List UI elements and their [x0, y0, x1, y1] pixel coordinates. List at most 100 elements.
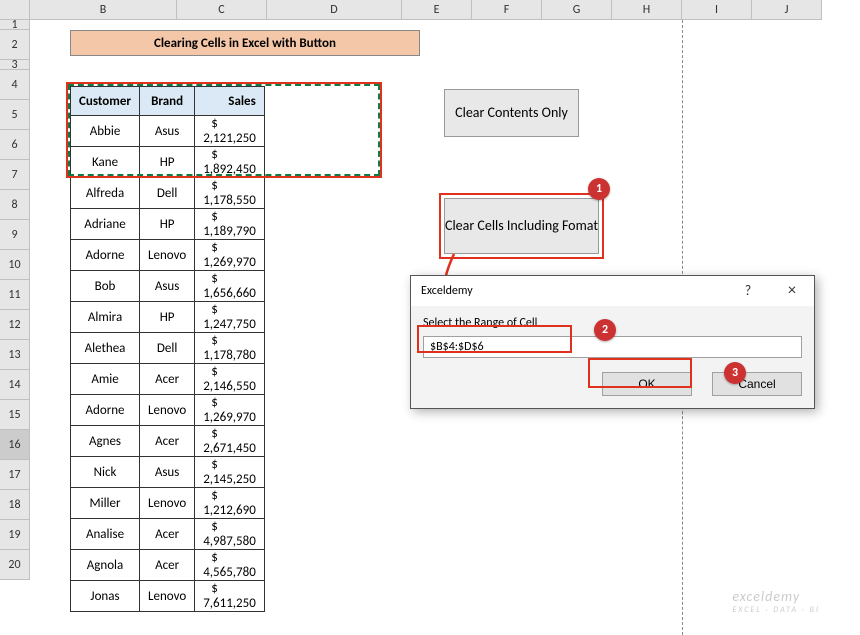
cell-sales[interactable]: $1,892,450	[195, 147, 265, 178]
col-header-E[interactable]: E	[402, 0, 472, 20]
cell-customer[interactable]: Analise	[71, 519, 140, 550]
row-header-2[interactable]: 2	[0, 30, 30, 60]
row-header-7[interactable]: 7	[0, 160, 30, 190]
table-row[interactable]: KaneHP$1,892,450	[71, 147, 265, 178]
dialog-help-button[interactable]: ?	[728, 276, 768, 306]
col-header-C[interactable]: C	[177, 0, 267, 20]
row-header-9[interactable]: 9	[0, 220, 30, 250]
cell-brand[interactable]: Asus	[140, 271, 195, 302]
cell-sales[interactable]: $2,121,250	[195, 116, 265, 147]
header-brand[interactable]: Brand	[140, 87, 195, 116]
row-header-5[interactable]: 5	[0, 100, 30, 130]
table-row[interactable]: AlfredaDell$1,178,550	[71, 178, 265, 209]
cell-customer[interactable]: Adorne	[71, 395, 140, 426]
cell-customer[interactable]: Nick	[71, 457, 140, 488]
cell-sales[interactable]: $1,178,780	[195, 333, 265, 364]
ok-button[interactable]: OK	[602, 372, 692, 396]
row-header-6[interactable]: 6	[0, 130, 30, 160]
cell-sales[interactable]: $1,656,660	[195, 271, 265, 302]
cell-brand[interactable]: Acer	[140, 426, 195, 457]
row-header-3[interactable]: 3	[0, 60, 30, 70]
select-all-corner[interactable]	[0, 0, 30, 20]
table-row[interactable]: AdorneLenovo$1,269,970	[71, 395, 265, 426]
row-header-10[interactable]: 10	[0, 250, 30, 280]
cell-sales[interactable]: $4,987,580	[195, 519, 265, 550]
col-header-D[interactable]: D	[267, 0, 402, 20]
row-header-11[interactable]: 11	[0, 280, 30, 310]
col-header-B[interactable]: B	[30, 0, 177, 20]
cell-customer[interactable]: Jonas	[71, 581, 140, 612]
row-header-8[interactable]: 8	[0, 190, 30, 220]
cell-customer[interactable]: Miller	[71, 488, 140, 519]
cell-sales[interactable]: $2,145,250	[195, 457, 265, 488]
col-header-H[interactable]: H	[612, 0, 682, 20]
cell-sales[interactable]: $1,189,790	[195, 209, 265, 240]
table-row[interactable]: AmieAcer$2,146,550	[71, 364, 265, 395]
cell-brand[interactable]: Lenovo	[140, 240, 195, 271]
cell-customer[interactable]: Kane	[71, 147, 140, 178]
table-row[interactable]: NickAsus$2,145,250	[71, 457, 265, 488]
cell-brand[interactable]: Lenovo	[140, 395, 195, 426]
header-customer[interactable]: Customer	[71, 87, 140, 116]
cell-customer[interactable]: Adriane	[71, 209, 140, 240]
table-row[interactable]: JonasLenovo$7,611,250	[71, 581, 265, 612]
clear-contents-button[interactable]: Clear Contents Only	[444, 89, 579, 137]
table-row[interactable]: AgnesAcer$2,671,450	[71, 426, 265, 457]
cell-customer[interactable]: Bob	[71, 271, 140, 302]
cell-customer[interactable]: Amie	[71, 364, 140, 395]
cell-customer[interactable]: Almira	[71, 302, 140, 333]
col-header-J[interactable]: J	[752, 0, 822, 20]
cell-sales[interactable]: $1,247,750	[195, 302, 265, 333]
cell-sales[interactable]: $2,671,450	[195, 426, 265, 457]
cell-sales[interactable]: $1,269,970	[195, 240, 265, 271]
row-header-19[interactable]: 19	[0, 520, 30, 550]
cell-brand[interactable]: Acer	[140, 519, 195, 550]
table-row[interactable]: BobAsus$1,656,660	[71, 271, 265, 302]
cell-brand[interactable]: HP	[140, 302, 195, 333]
data-table[interactable]: Customer Brand Sales AbbieAsus$2,121,250…	[70, 86, 265, 612]
table-row[interactable]: AgnolaAcer$4,565,780	[71, 550, 265, 581]
cell-brand[interactable]: Lenovo	[140, 581, 195, 612]
cell-customer[interactable]: Adorne	[71, 240, 140, 271]
row-header-1[interactable]: 1	[0, 20, 30, 30]
dialog-titlebar[interactable]: Exceldemy ? ×	[411, 276, 814, 306]
cell-brand[interactable]: Asus	[140, 116, 195, 147]
cell-brand[interactable]: Asus	[140, 457, 195, 488]
cell-brand[interactable]: HP	[140, 147, 195, 178]
cell-brand[interactable]: HP	[140, 209, 195, 240]
clear-cells-format-button[interactable]: Clear Cells Including Fomat	[444, 198, 599, 254]
range-input[interactable]	[423, 336, 802, 358]
cell-customer[interactable]: Agnes	[71, 426, 140, 457]
cell-customer[interactable]: Abbie	[71, 116, 140, 147]
cell-brand[interactable]: Acer	[140, 550, 195, 581]
row-header-18[interactable]: 18	[0, 490, 30, 520]
cell-customer[interactable]: Alfreda	[71, 178, 140, 209]
table-row[interactable]: AdrianeHP$1,189,790	[71, 209, 265, 240]
table-row[interactable]: MillerLenovo$1,212,690	[71, 488, 265, 519]
dialog-close-button[interactable]: ×	[770, 276, 814, 306]
cell-sales[interactable]: $2,146,550	[195, 364, 265, 395]
row-header-14[interactable]: 14	[0, 370, 30, 400]
cell-brand[interactable]: Dell	[140, 178, 195, 209]
cell-customer[interactable]: Alethea	[71, 333, 140, 364]
cell-customer[interactable]: Agnola	[71, 550, 140, 581]
row-header-13[interactable]: 13	[0, 340, 30, 370]
row-header-4[interactable]: 4	[0, 70, 30, 100]
cell-brand[interactable]: Acer	[140, 364, 195, 395]
table-row[interactable]: AbbieAsus$2,121,250	[71, 116, 265, 147]
row-header-15[interactable]: 15	[0, 400, 30, 430]
table-row[interactable]: AlmiraHP$1,247,750	[71, 302, 265, 333]
col-header-I[interactable]: I	[682, 0, 752, 20]
cell-brand[interactable]: Lenovo	[140, 488, 195, 519]
row-header-20[interactable]: 20	[0, 550, 30, 580]
table-row[interactable]: AdorneLenovo$1,269,970	[71, 240, 265, 271]
row-header-12[interactable]: 12	[0, 310, 30, 340]
cell-sales[interactable]: $4,565,780	[195, 550, 265, 581]
cell-sales[interactable]: $1,212,690	[195, 488, 265, 519]
cell-sales[interactable]: $1,269,970	[195, 395, 265, 426]
col-header-F[interactable]: F	[472, 0, 542, 20]
row-header-16[interactable]: 16	[0, 430, 30, 460]
table-row[interactable]: AletheaDell$1,178,780	[71, 333, 265, 364]
table-row[interactable]: AnaliseAcer$4,987,580	[71, 519, 265, 550]
cell-sales[interactable]: $7,611,250	[195, 581, 265, 612]
